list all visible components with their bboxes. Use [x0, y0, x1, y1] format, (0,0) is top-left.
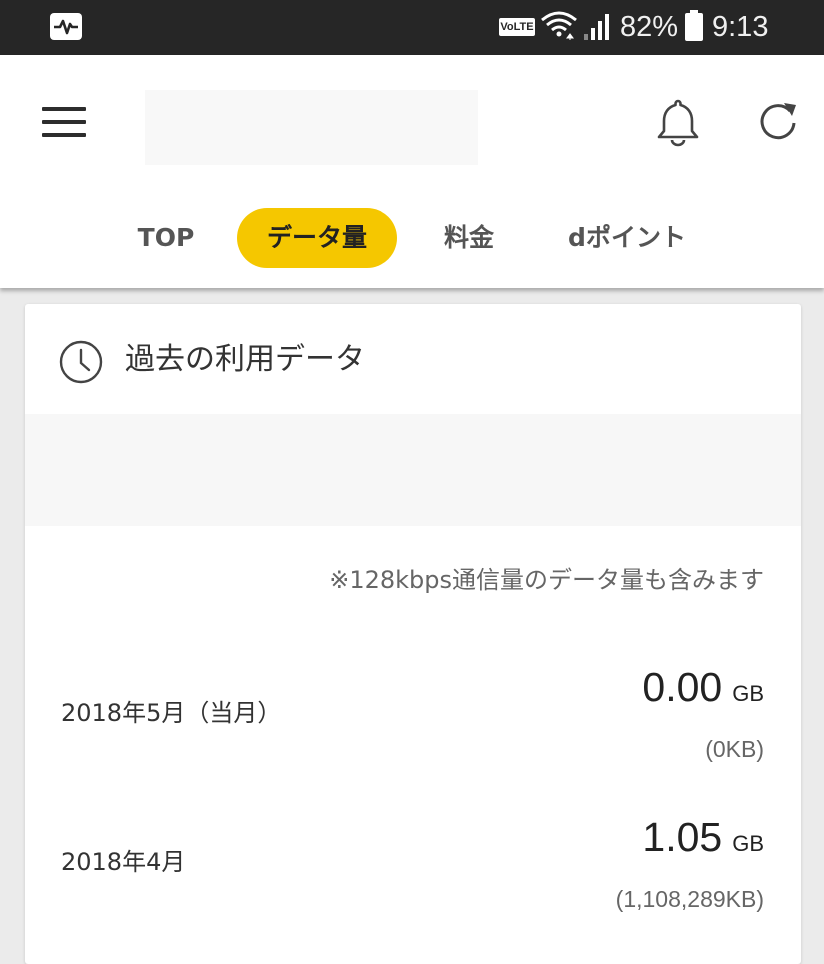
tab-data-usage[interactable]: データ量: [237, 208, 397, 268]
hamburger-menu-icon[interactable]: [42, 107, 86, 137]
usage-note: ※128kbps通信量のデータ量も含みます: [329, 566, 764, 594]
clock-icon: [59, 340, 103, 384]
usage-row-value: 0.00 GB: [642, 662, 764, 712]
tab-top[interactable]: TOP: [120, 208, 212, 268]
chart-placeholder-band: [25, 414, 801, 526]
status-time: 9:13: [712, 11, 769, 43]
tab-d-point[interactable]: dポイント: [548, 208, 706, 268]
tab-bar: TOP データ量 料金 dポイント: [0, 208, 824, 270]
tab-fee[interactable]: 料金: [425, 208, 513, 268]
bell-icon[interactable]: [656, 97, 700, 147]
status-bar: VoLTE 82% 9:13: [0, 0, 824, 55]
usage-row-month: 2018年4月: [61, 848, 186, 876]
wifi-icon: [541, 11, 577, 40]
usage-row-value: 1.05 GB: [642, 812, 764, 862]
card-title: 過去の利用データ: [125, 342, 365, 377]
battery-percent: 82%: [620, 11, 679, 43]
usage-unit: GB: [732, 831, 764, 856]
usage-amount: 0.00: [642, 664, 723, 710]
usage-amount: 1.05: [642, 814, 723, 860]
usage-kb: (0KB): [705, 736, 764, 762]
app-header: TOP データ量 料金 dポイント: [0, 55, 824, 288]
refresh-icon[interactable]: [756, 99, 800, 143]
usage-unit: GB: [732, 681, 764, 706]
volte-badge: VoLTE: [499, 18, 535, 36]
past-usage-card: 過去の利用データ ※128kbps通信量のデータ量も含みます 2018年5月（当…: [25, 304, 801, 964]
usage-kb: (1,108,289KB): [615, 886, 764, 912]
activity-monitor-icon: [50, 13, 82, 40]
battery-icon: [685, 10, 703, 41]
usage-row-month: 2018年5月（当月）: [61, 699, 282, 727]
logo-area: [145, 90, 478, 165]
signal-strength-icon: [584, 14, 609, 40]
